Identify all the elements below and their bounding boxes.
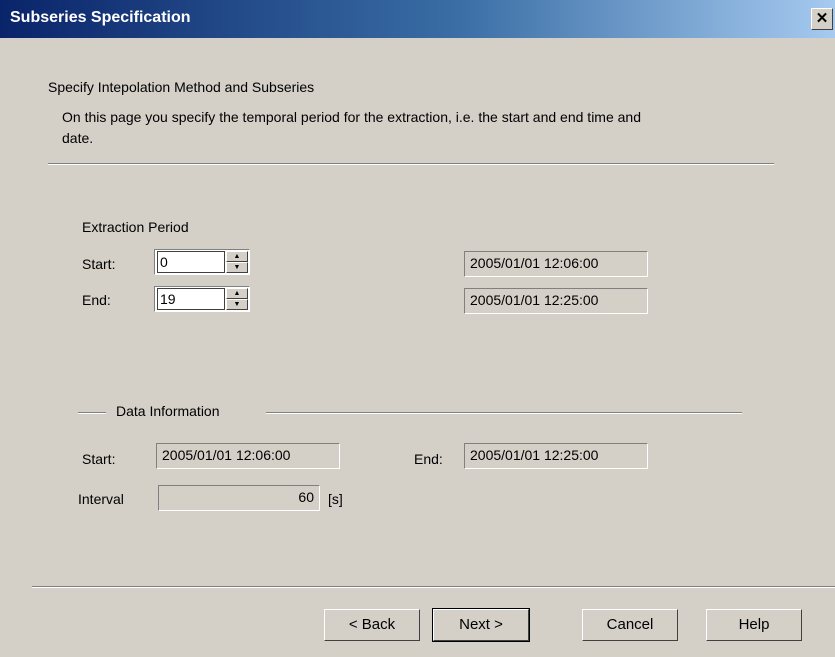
- extraction-start-spinner[interactable]: ▲ ▼: [154, 249, 250, 275]
- interval-unit: [s]: [328, 491, 343, 507]
- page-heading: Specify Intepolation Method and Subserie…: [48, 79, 315, 95]
- spin-down-icon: ▼: [233, 264, 241, 271]
- data-information-label: Data Information: [116, 403, 220, 419]
- close-icon: ✕: [815, 10, 829, 27]
- start-spin-up-button[interactable]: ▲: [226, 251, 248, 262]
- spin-down-icon: ▼: [233, 301, 241, 308]
- data-info-groupline-right: [266, 412, 742, 414]
- data-start-label: Start:: [82, 451, 116, 467]
- extraction-end-label: End:: [82, 292, 111, 308]
- end-spin-down-button[interactable]: ▼: [226, 299, 248, 310]
- start-spin-down-button[interactable]: ▼: [226, 262, 248, 273]
- header-divider: [48, 163, 774, 165]
- footer-divider: [32, 586, 835, 588]
- end-spin-up-button[interactable]: ▲: [226, 288, 248, 299]
- data-end-label: End:: [414, 451, 443, 467]
- extraction-start-datetime: 2005/01/01 12:06:00: [464, 251, 648, 277]
- close-button[interactable]: ✕: [811, 8, 833, 30]
- extraction-end-input[interactable]: [157, 288, 225, 310]
- page-description-line-1: On this page you specify the temporal pe…: [62, 109, 641, 125]
- help-button[interactable]: Help: [706, 609, 802, 641]
- extraction-end-datetime: 2005/01/01 12:25:00: [464, 288, 648, 314]
- spin-up-icon: ▲: [233, 253, 241, 260]
- extraction-start-input[interactable]: [157, 251, 225, 273]
- cancel-button[interactable]: Cancel: [582, 609, 678, 641]
- data-start-value: 2005/01/01 12:06:00: [156, 443, 340, 469]
- spin-up-icon: ▲: [233, 290, 241, 297]
- interval-label: Interval: [78, 491, 124, 507]
- next-button[interactable]: Next >: [432, 608, 530, 642]
- title-bar: Subseries Specification ✕: [0, 0, 835, 38]
- extraction-period-label: Extraction Period: [82, 219, 189, 235]
- data-end-value: 2005/01/01 12:25:00: [464, 443, 648, 469]
- page-description-line-2: date.: [62, 130, 94, 146]
- extraction-end-spinner[interactable]: ▲ ▼: [154, 286, 250, 312]
- window-title: Subseries Specification: [10, 9, 191, 26]
- back-button[interactable]: < Back: [324, 609, 420, 641]
- data-info-groupline-left: [78, 412, 106, 414]
- interval-value: 60: [158, 485, 320, 511]
- extraction-start-label: Start:: [82, 256, 116, 272]
